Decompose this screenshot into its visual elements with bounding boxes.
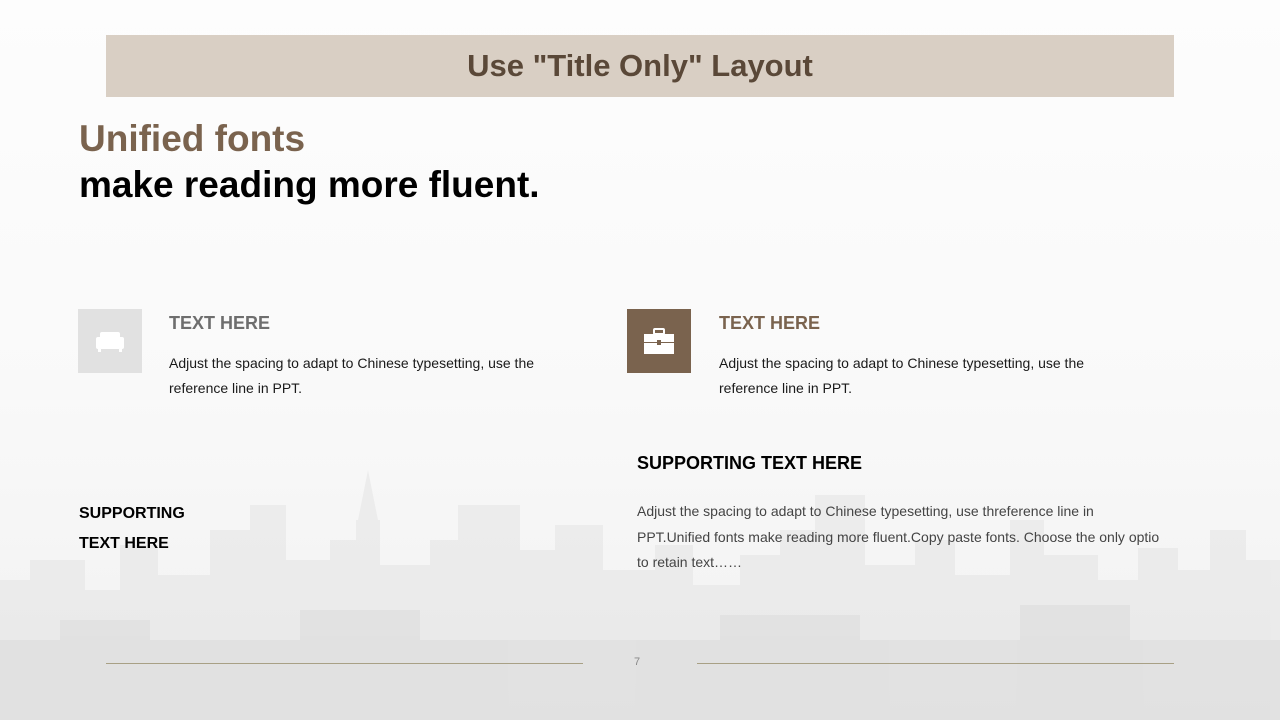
supporting-left-line-2: TEXT HERE bbox=[79, 535, 169, 552]
card-body-right: Adjust the spacing to adapt to Chinese t… bbox=[719, 355, 1085, 396]
headline-line-2: make reading more fluent. bbox=[79, 164, 540, 205]
supporting-text-left: SUPPORTING TEXT HERE bbox=[79, 499, 229, 559]
slide-title: Use "Title Only" Layout bbox=[467, 48, 813, 83]
page-number: 7 bbox=[634, 656, 641, 668]
card-body-left: Adjust the spacing to adapt to Chinese t… bbox=[169, 355, 535, 396]
title-banner: Use "Title Only" Layout bbox=[106, 35, 1174, 97]
footer-rule-right bbox=[697, 663, 1174, 664]
card-title-right: TEXT HERE bbox=[719, 313, 821, 333]
footer-rule-left bbox=[106, 663, 583, 664]
sofa-icon-tile bbox=[78, 309, 142, 373]
supporting-left-line-1: SUPPORTING bbox=[79, 505, 185, 522]
supporting-body-right: Adjust the spacing to adapt to Chinese t… bbox=[637, 503, 1160, 570]
headline-line-1: Unified fonts bbox=[79, 118, 306, 159]
supporting-title-right: SUPPORTING TEXT HERE bbox=[637, 453, 863, 473]
briefcase-icon bbox=[644, 328, 674, 354]
slide: Use "Title Only" Layout Unified fonts ma… bbox=[0, 0, 1280, 720]
sofa-icon bbox=[96, 332, 124, 352]
briefcase-icon-tile bbox=[627, 309, 691, 373]
card-title-left: TEXT HERE bbox=[169, 313, 271, 333]
